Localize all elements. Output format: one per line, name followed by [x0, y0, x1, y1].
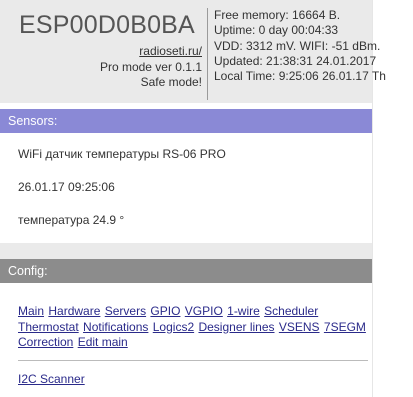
status-info: Free memory: 16664 B. Uptime: 0 day 00:0…	[214, 8, 386, 84]
updated-time: Updated: 21:38:31 24.01.2017	[214, 53, 377, 68]
mode-version: Pro mode ver 0.1.1	[99, 59, 202, 74]
config-link-scheduler[interactable]: Scheduler	[264, 304, 318, 318]
i2c-scanner-link[interactable]: I2C Scanner	[18, 372, 85, 386]
sensors-header: Sensors:	[0, 109, 372, 133]
config-link-logics2[interactable]: Logics2	[153, 320, 194, 334]
safe-mode-label: Safe mode!	[140, 75, 202, 89]
free-memory: Free memory: 16664 B.	[214, 8, 341, 22]
config-link-edit-main[interactable]: Edit main	[78, 335, 128, 349]
page-frame: ESP00D0B0BA radioseti.ru/ Pro mode ver 0…	[0, 0, 386, 397]
sensor-temperature: температура 24.9 °	[18, 213, 125, 227]
config-link-7segm[interactable]: 7SEGM	[324, 320, 366, 334]
uptime: Uptime: 0 day 00:04:33	[214, 23, 339, 38]
config-link-designer-lines[interactable]: Designer lines	[198, 320, 274, 334]
config-link-notifications[interactable]: Notifications	[83, 320, 148, 334]
config-link-servers[interactable]: Servers	[105, 304, 146, 318]
config-link-vgpio[interactable]: VGPIO	[185, 304, 223, 318]
sensors-panel: WiFi датчик температуры RS-06 PRO 26.01.…	[0, 133, 372, 243]
device-name: ESP00D0B0BA	[19, 11, 195, 39]
header-divider	[207, 8, 208, 100]
config-link-1-wire[interactable]: 1-wire	[227, 304, 260, 318]
site-link[interactable]: radioseti.ru/	[100, 44, 202, 60]
config-link-gpio[interactable]: GPIO	[150, 304, 180, 318]
config-divider	[18, 360, 368, 361]
config-link-main[interactable]: Main	[18, 304, 44, 318]
config-link-vsens[interactable]: VSENS	[279, 320, 320, 334]
sensor-timestamp: 26.01.17 09:25:06	[18, 180, 115, 194]
config-link-correction[interactable]: Correction	[18, 335, 73, 349]
config-links: Main Hardware Servers GPIO VGPIO 1-wire …	[18, 304, 368, 351]
vdd-wifi: VDD: 3312 mV. WIFI: -51 dBm.	[214, 38, 381, 53]
config-link-hardware[interactable]: Hardware	[48, 304, 100, 318]
section-gap	[0, 243, 372, 259]
device-info: radioseti.ru/ Pro mode ver 0.1.1 Safe mo…	[100, 44, 202, 91]
sensor-name: WiFi датчик температуры RS-06 PRO	[18, 147, 226, 161]
header-panel: ESP00D0B0BA radioseti.ru/ Pro mode ver 0…	[0, 0, 386, 103]
local-time: Local Time: 9:25:06 26.01.17 Th	[214, 69, 386, 84]
config-link-thermostat[interactable]: Thermostat	[18, 320, 79, 334]
config-header: Config:	[0, 259, 372, 283]
